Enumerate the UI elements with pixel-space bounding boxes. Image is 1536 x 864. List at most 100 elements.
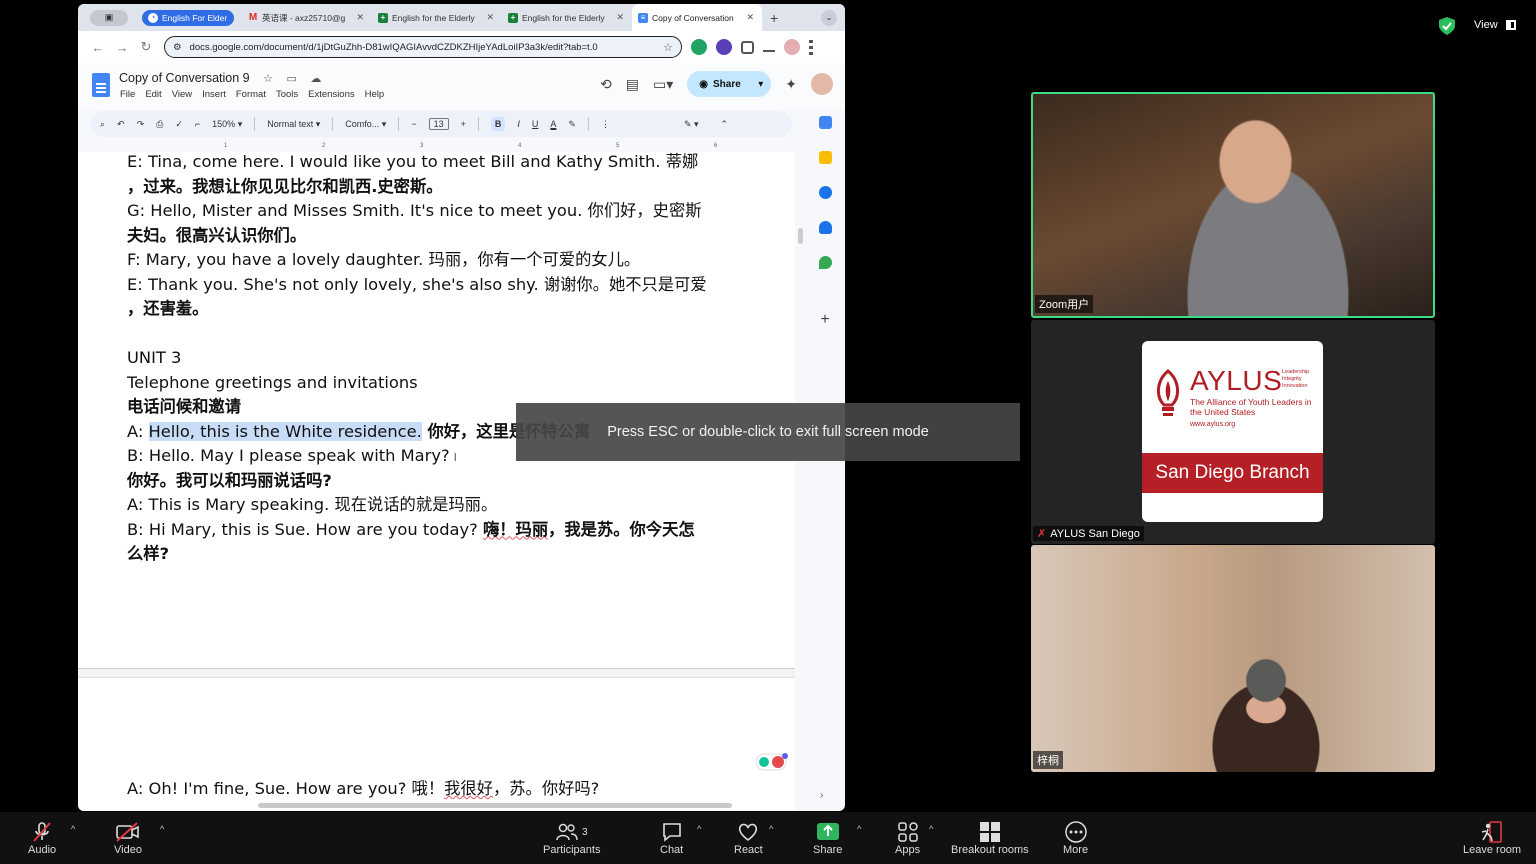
menu-format[interactable]: Format [236, 89, 266, 100]
menu-file[interactable]: File [120, 89, 135, 100]
move-folder-icon[interactable]: ▭ [286, 73, 296, 85]
account-avatar[interactable] [811, 73, 833, 95]
profile-avatar-icon[interactable] [784, 39, 800, 55]
tab-search-button[interactable]: ▣ [90, 9, 128, 26]
vertical-scrollbar[interactable] [798, 228, 803, 244]
meet-camera-icon[interactable]: ▭▾ [653, 76, 673, 93]
gemini-sparkle-icon[interactable]: ✦ [785, 76, 797, 93]
spellcheck-icon[interactable]: ✓ [175, 119, 183, 130]
close-tab-icon[interactable]: ✕ [616, 12, 624, 23]
spelling-flag[interactable]: 我很好 [444, 779, 493, 798]
undo-icon[interactable]: ↶ [117, 119, 125, 130]
close-tab-icon[interactable]: ✕ [486, 12, 494, 23]
tab-sheets-1[interactable]: + English for the Elderly ✕ [372, 4, 502, 31]
menu-insert[interactable]: Insert [202, 89, 226, 100]
menu-tools[interactable]: Tools [276, 89, 298, 100]
tab-docs-active[interactable]: ≡ Copy of Conversation ✕ [632, 4, 762, 31]
font-size-input[interactable]: 13 [428, 118, 449, 130]
print-icon[interactable]: ⎙ [156, 119, 163, 130]
menu-extensions[interactable]: Extensions [308, 89, 354, 100]
tab-sheets-2[interactable]: + English for the Elderly ✕ [502, 4, 632, 31]
zoom-select[interactable]: 150% ▾ [212, 119, 242, 130]
tasks-icon[interactable] [818, 186, 832, 199]
decrease-font-size-icon[interactable]: − [411, 119, 416, 129]
video-tile-participant[interactable]: 梓桐 [1031, 545, 1435, 772]
tab-group-english-for-elder[interactable]: ◔ English For Elder [142, 9, 234, 26]
underline-button[interactable]: U [532, 119, 539, 129]
encryption-shield-icon[interactable] [1439, 17, 1455, 35]
share-screen-button[interactable]: Share [813, 820, 842, 856]
chat-button[interactable]: Chat [660, 820, 683, 856]
tab-gmail[interactable]: M 英语课 - axz25710@g ✕ [242, 4, 372, 31]
bookmark-star-icon[interactable]: ☆ [663, 41, 673, 54]
chat-options-caret-icon[interactable]: ^ [697, 824, 701, 834]
calendar-icon[interactable] [818, 116, 832, 129]
menu-edit[interactable]: Edit [145, 89, 161, 100]
back-icon[interactable]: ← [86, 40, 110, 55]
extensions-puzzle-icon[interactable] [741, 40, 754, 54]
video-button[interactable]: Video [114, 820, 142, 856]
search-menus-icon[interactable]: ⌕ [100, 119, 105, 130]
share-options-caret-icon[interactable]: ^ [857, 824, 861, 834]
maps-icon[interactable] [818, 256, 832, 269]
add-addon-icon[interactable]: + [820, 311, 829, 329]
video-tile-active-speaker[interactable]: Zoom用户 [1031, 92, 1435, 318]
react-options-caret-icon[interactable]: ^ [769, 824, 773, 834]
menu-view[interactable]: View [172, 89, 192, 100]
document-page[interactable]: E: Tina, come here. I would like you to … [78, 152, 795, 811]
close-tab-icon[interactable]: ✕ [746, 12, 754, 23]
apps-options-caret-icon[interactable]: ^ [929, 824, 933, 834]
audio-options-caret-icon[interactable]: ^ [71, 824, 75, 834]
site-info-icon[interactable]: ⚙ [173, 42, 182, 53]
video-tile-aylus[interactable]: AYLUS Leadership Integrity Innovation Th… [1031, 320, 1435, 544]
view-button[interactable]: View [1474, 19, 1516, 31]
chevron-right-icon[interactable]: › [820, 790, 823, 801]
keep-icon[interactable] [818, 151, 832, 164]
video-options-caret-icon[interactable]: ^ [160, 824, 164, 834]
more-tools-icon[interactable]: ⋮ [601, 119, 610, 130]
new-tab-icon[interactable]: + [770, 10, 778, 26]
contacts-icon[interactable] [818, 221, 832, 234]
extension-purple-icon[interactable] [716, 39, 732, 55]
extension-green-icon[interactable] [691, 39, 707, 55]
tab-list-dropdown-icon[interactable]: ⌄ [821, 10, 837, 26]
docs-logo-icon[interactable] [92, 73, 110, 97]
style-select[interactable]: Normal text ▾ [267, 119, 320, 130]
paint-format-icon[interactable]: ⌐ [195, 119, 200, 129]
apps-button[interactable]: Apps [895, 820, 920, 856]
more-button[interactable]: More [1063, 820, 1088, 856]
italic-button[interactable]: I [517, 119, 520, 129]
reload-icon[interactable]: ↻ [134, 39, 158, 55]
star-icon[interactable]: ☆ [263, 73, 273, 85]
document-body[interactable]: E: Tina, come here. I would like you to … [127, 152, 777, 567]
browser-menu-icon[interactable] [809, 39, 813, 55]
bold-button[interactable]: B [490, 117, 506, 131]
horizontal-scrollbar[interactable] [258, 803, 732, 808]
selected-text[interactable]: Hello, this is the White residence. [148, 421, 422, 441]
participants-button[interactable]: 3 Participants [543, 820, 600, 856]
increase-font-size-icon[interactable]: + [461, 119, 466, 129]
close-tab-icon[interactable]: ✕ [356, 12, 364, 23]
cloud-saved-icon[interactable]: ☁ [310, 73, 321, 85]
breakout-rooms-button[interactable]: Breakout rooms [951, 820, 1029, 856]
highlight-color-icon[interactable]: ✎ [568, 119, 576, 130]
writing-assistant-icon[interactable] [756, 752, 790, 772]
menu-help[interactable]: Help [365, 89, 385, 100]
audio-button[interactable]: Audio [28, 820, 56, 856]
document-title[interactable]: Copy of Conversation 9 ☆ ▭ ☁ [119, 71, 321, 85]
media-control-icon[interactable] [763, 42, 775, 52]
share-button[interactable]: ◉ Share ▾ [687, 71, 772, 97]
url-bar[interactable]: ⚙ docs.google.com/document/d/1jDtGuZhh-D… [164, 36, 682, 58]
leave-room-button[interactable]: Leave room [1463, 820, 1521, 856]
text-color-button[interactable]: A [550, 119, 556, 129]
react-button[interactable]: React [734, 820, 763, 856]
spelling-flag[interactable]: 嗨！玛丽 [483, 520, 548, 539]
editing-mode-icon[interactable]: ✎ ▾ [684, 119, 699, 130]
comments-icon[interactable]: ▤ [626, 76, 639, 93]
share-dropdown-icon[interactable]: ▾ [758, 79, 763, 90]
version-history-icon[interactable]: ⟲ [600, 76, 612, 93]
font-select[interactable]: Comfo... ▾ [345, 119, 386, 130]
forward-icon[interactable]: → [110, 40, 134, 55]
collapse-menus-icon[interactable]: ⌃ [721, 119, 729, 130]
redo-icon[interactable]: ↷ [137, 119, 145, 130]
